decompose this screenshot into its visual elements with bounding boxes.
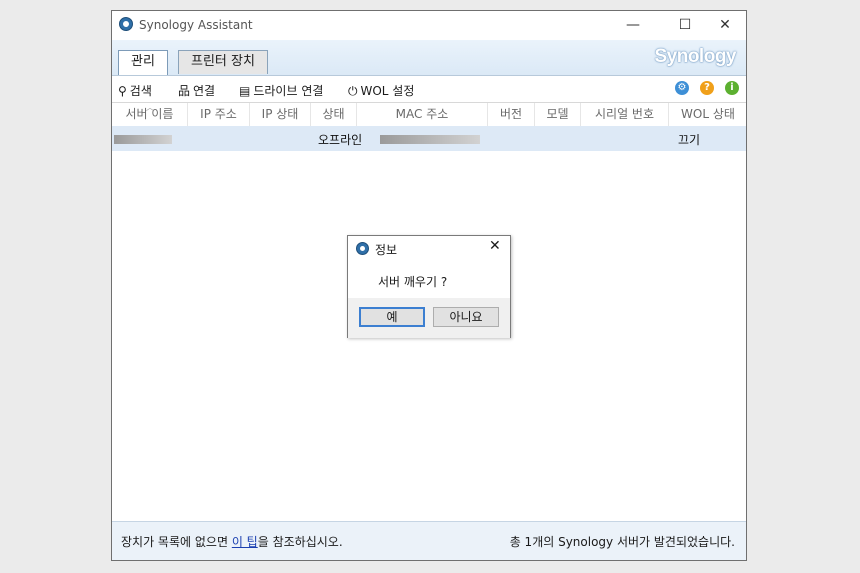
gear-icon[interactable]: ⚙ [675, 81, 689, 95]
sort-caret-icon: ︿ [146, 103, 154, 112]
column-version[interactable]: 버전 [488, 103, 535, 126]
column-ip-address[interactable]: IP 주소 [188, 103, 250, 126]
window-title: Synology Assistant [139, 18, 253, 32]
synology-logo: Synology [654, 46, 736, 67]
tip-link[interactable]: 이 팁 [232, 535, 258, 549]
column-mac-address[interactable]: MAC 주소 [357, 103, 488, 126]
status-hint: 장치가 목록에 없으면 이 팁을 참조하십시오. [121, 535, 343, 549]
info-icon[interactable]: i [725, 81, 739, 95]
connect-button[interactable]: 品 연결 [178, 82, 215, 99]
column-server-name[interactable]: ︿ 서버 이름 [112, 103, 188, 126]
connect-label: 연결 [193, 84, 216, 98]
map-drive-button[interactable]: ▤ 드라이브 연결 [239, 82, 323, 99]
network-icon: 品 [178, 84, 191, 98]
column-status[interactable]: 상태 [311, 103, 357, 126]
tab-printer-devices[interactable]: 프린터 장치 [178, 50, 268, 74]
column-model[interactable]: 모델 [535, 103, 581, 126]
synology-app-icon [356, 242, 369, 255]
info-dialog: 정보 ✕ 서버 깨우기 ? 예 아니요 [347, 235, 511, 338]
synology-app-icon [119, 17, 133, 31]
tab-management[interactable]: 관리 [118, 50, 168, 75]
table-header: ︿ 서버 이름 IP 주소 IP 상태 상태 MAC 주소 버전 모델 시리얼 … [112, 102, 746, 127]
wol-settings-button[interactable]: ⏻ WOL 설정 [348, 82, 414, 99]
row-status: 오프라인 [318, 133, 363, 147]
yes-button[interactable]: 예 [359, 307, 425, 327]
row-wol-status: 끄기 [678, 133, 701, 147]
redacted-mac-address [380, 135, 480, 144]
toolbar: ⚲ 검색 品 연결 ▤ 드라이브 연결 ⏻ WOL 설정 ⚙ ? i [112, 75, 746, 103]
close-button[interactable]: ✕ [702, 11, 746, 40]
dialog-close-icon[interactable]: ✕ [489, 238, 501, 254]
column-serial-number[interactable]: 시리얼 번호 [581, 103, 669, 126]
map-drive-label: 드라이브 연결 [253, 84, 324, 98]
dialog-footer: 예 아니요 [348, 298, 510, 338]
column-ip-status[interactable]: IP 상태 [250, 103, 311, 126]
drive-icon: ▤ [239, 84, 251, 98]
help-icon[interactable]: ? [700, 81, 714, 95]
no-button[interactable]: 아니요 [433, 307, 499, 327]
minimize-button[interactable]: — [610, 11, 656, 40]
dialog-message: 서버 깨우기 ? [378, 275, 448, 289]
tab-band: 관리 프린터 장치 Synology [112, 40, 746, 75]
table-row[interactable]: 오프라인 끄기 [112, 126, 746, 151]
wol-settings-label: WOL 설정 [360, 84, 415, 98]
search-icon: ⚲ [118, 84, 127, 98]
server-count: 총 1개의 Synology 서버가 발견되었습니다. [509, 535, 735, 549]
redacted-server-name [114, 135, 172, 144]
title-bar[interactable]: Synology Assistant — ☐ ✕ [112, 11, 746, 40]
status-bar: 장치가 목록에 없으면 이 팁을 참조하십시오. 총 1개의 Synology … [112, 521, 746, 560]
dialog-title: 정보 [375, 243, 398, 257]
power-icon: ⏻ [348, 84, 358, 98]
column-wol-status[interactable]: WOL 상태 [669, 103, 746, 126]
